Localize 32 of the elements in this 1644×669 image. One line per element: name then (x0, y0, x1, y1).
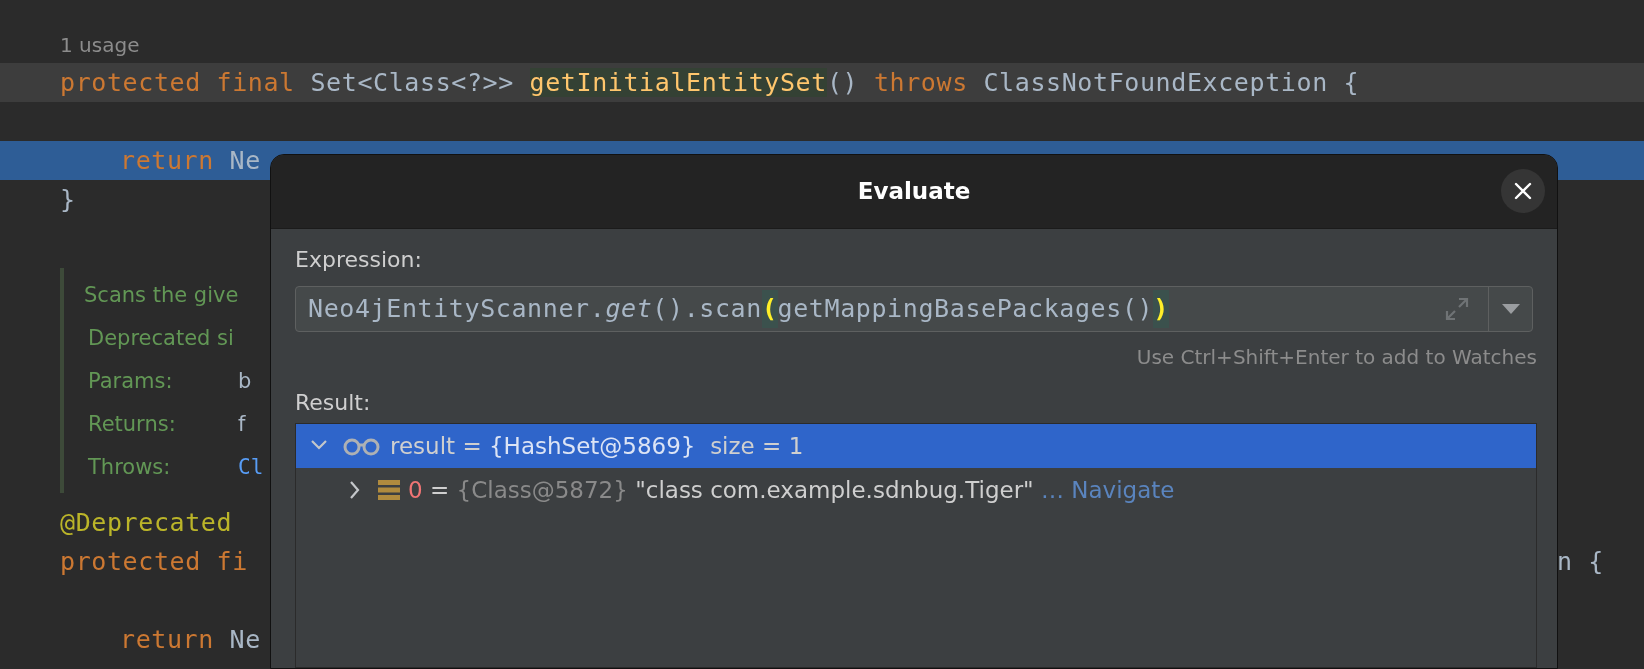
doc-value: f (238, 410, 246, 438)
expression-label: Expression: (295, 246, 423, 274)
code-text: protected fi (60, 545, 248, 578)
tree-row[interactable]: result = {HashSet@5869} size = 1 (296, 424, 1536, 468)
glasses-icon (342, 436, 382, 456)
expression-field[interactable]: Neo4jEntityScanner.get().scan(getMappingBasePackages()) (295, 286, 1533, 332)
code-text: return Ne (120, 623, 261, 656)
doc-link[interactable]: Cl (238, 451, 264, 484)
navigate-link[interactable]: Navigate (1064, 472, 1175, 508)
code-text: return Ne (120, 144, 261, 177)
watches-hint: Use Ctrl+Shift+Enter to add to Watches (1136, 344, 1537, 371)
doc-label: Throws: (88, 453, 172, 481)
code-text: protected final Set<Class<?>> getInitialEntitySet() throws ClassNotFoundException { (60, 66, 1360, 99)
list-icon (378, 479, 400, 501)
doc-text: Deprecated si (88, 324, 234, 352)
tree-row[interactable]: 0 = {Class@5872} "class com.example.sdnbug.Tiger" … Navigate (296, 468, 1536, 512)
tree-node-text: result = {HashSet@5869} size = 1 (390, 431, 804, 461)
result-label: Result: (295, 389, 372, 417)
doc-label: Params: (88, 367, 174, 395)
dialog-title: Evaluate (857, 177, 971, 207)
code-text: } (60, 183, 76, 216)
tree-node-text: 0 = {Class@5872} "class com.example.sdnbug.Tiger" … (408, 475, 1064, 505)
doc-label: Returns: (88, 410, 177, 438)
doc-value: b (238, 367, 252, 395)
caret-icon (1501, 304, 1520, 314)
usage-hint: 1 usage (60, 31, 140, 59)
doc-text: Scans the give (84, 281, 239, 309)
close-icon (1514, 182, 1532, 200)
close-button[interactable] (1501, 169, 1545, 213)
code-text: @Deprecated (60, 506, 233, 539)
expand-icon[interactable] (1444, 296, 1470, 322)
code-text: n { (1557, 545, 1605, 578)
